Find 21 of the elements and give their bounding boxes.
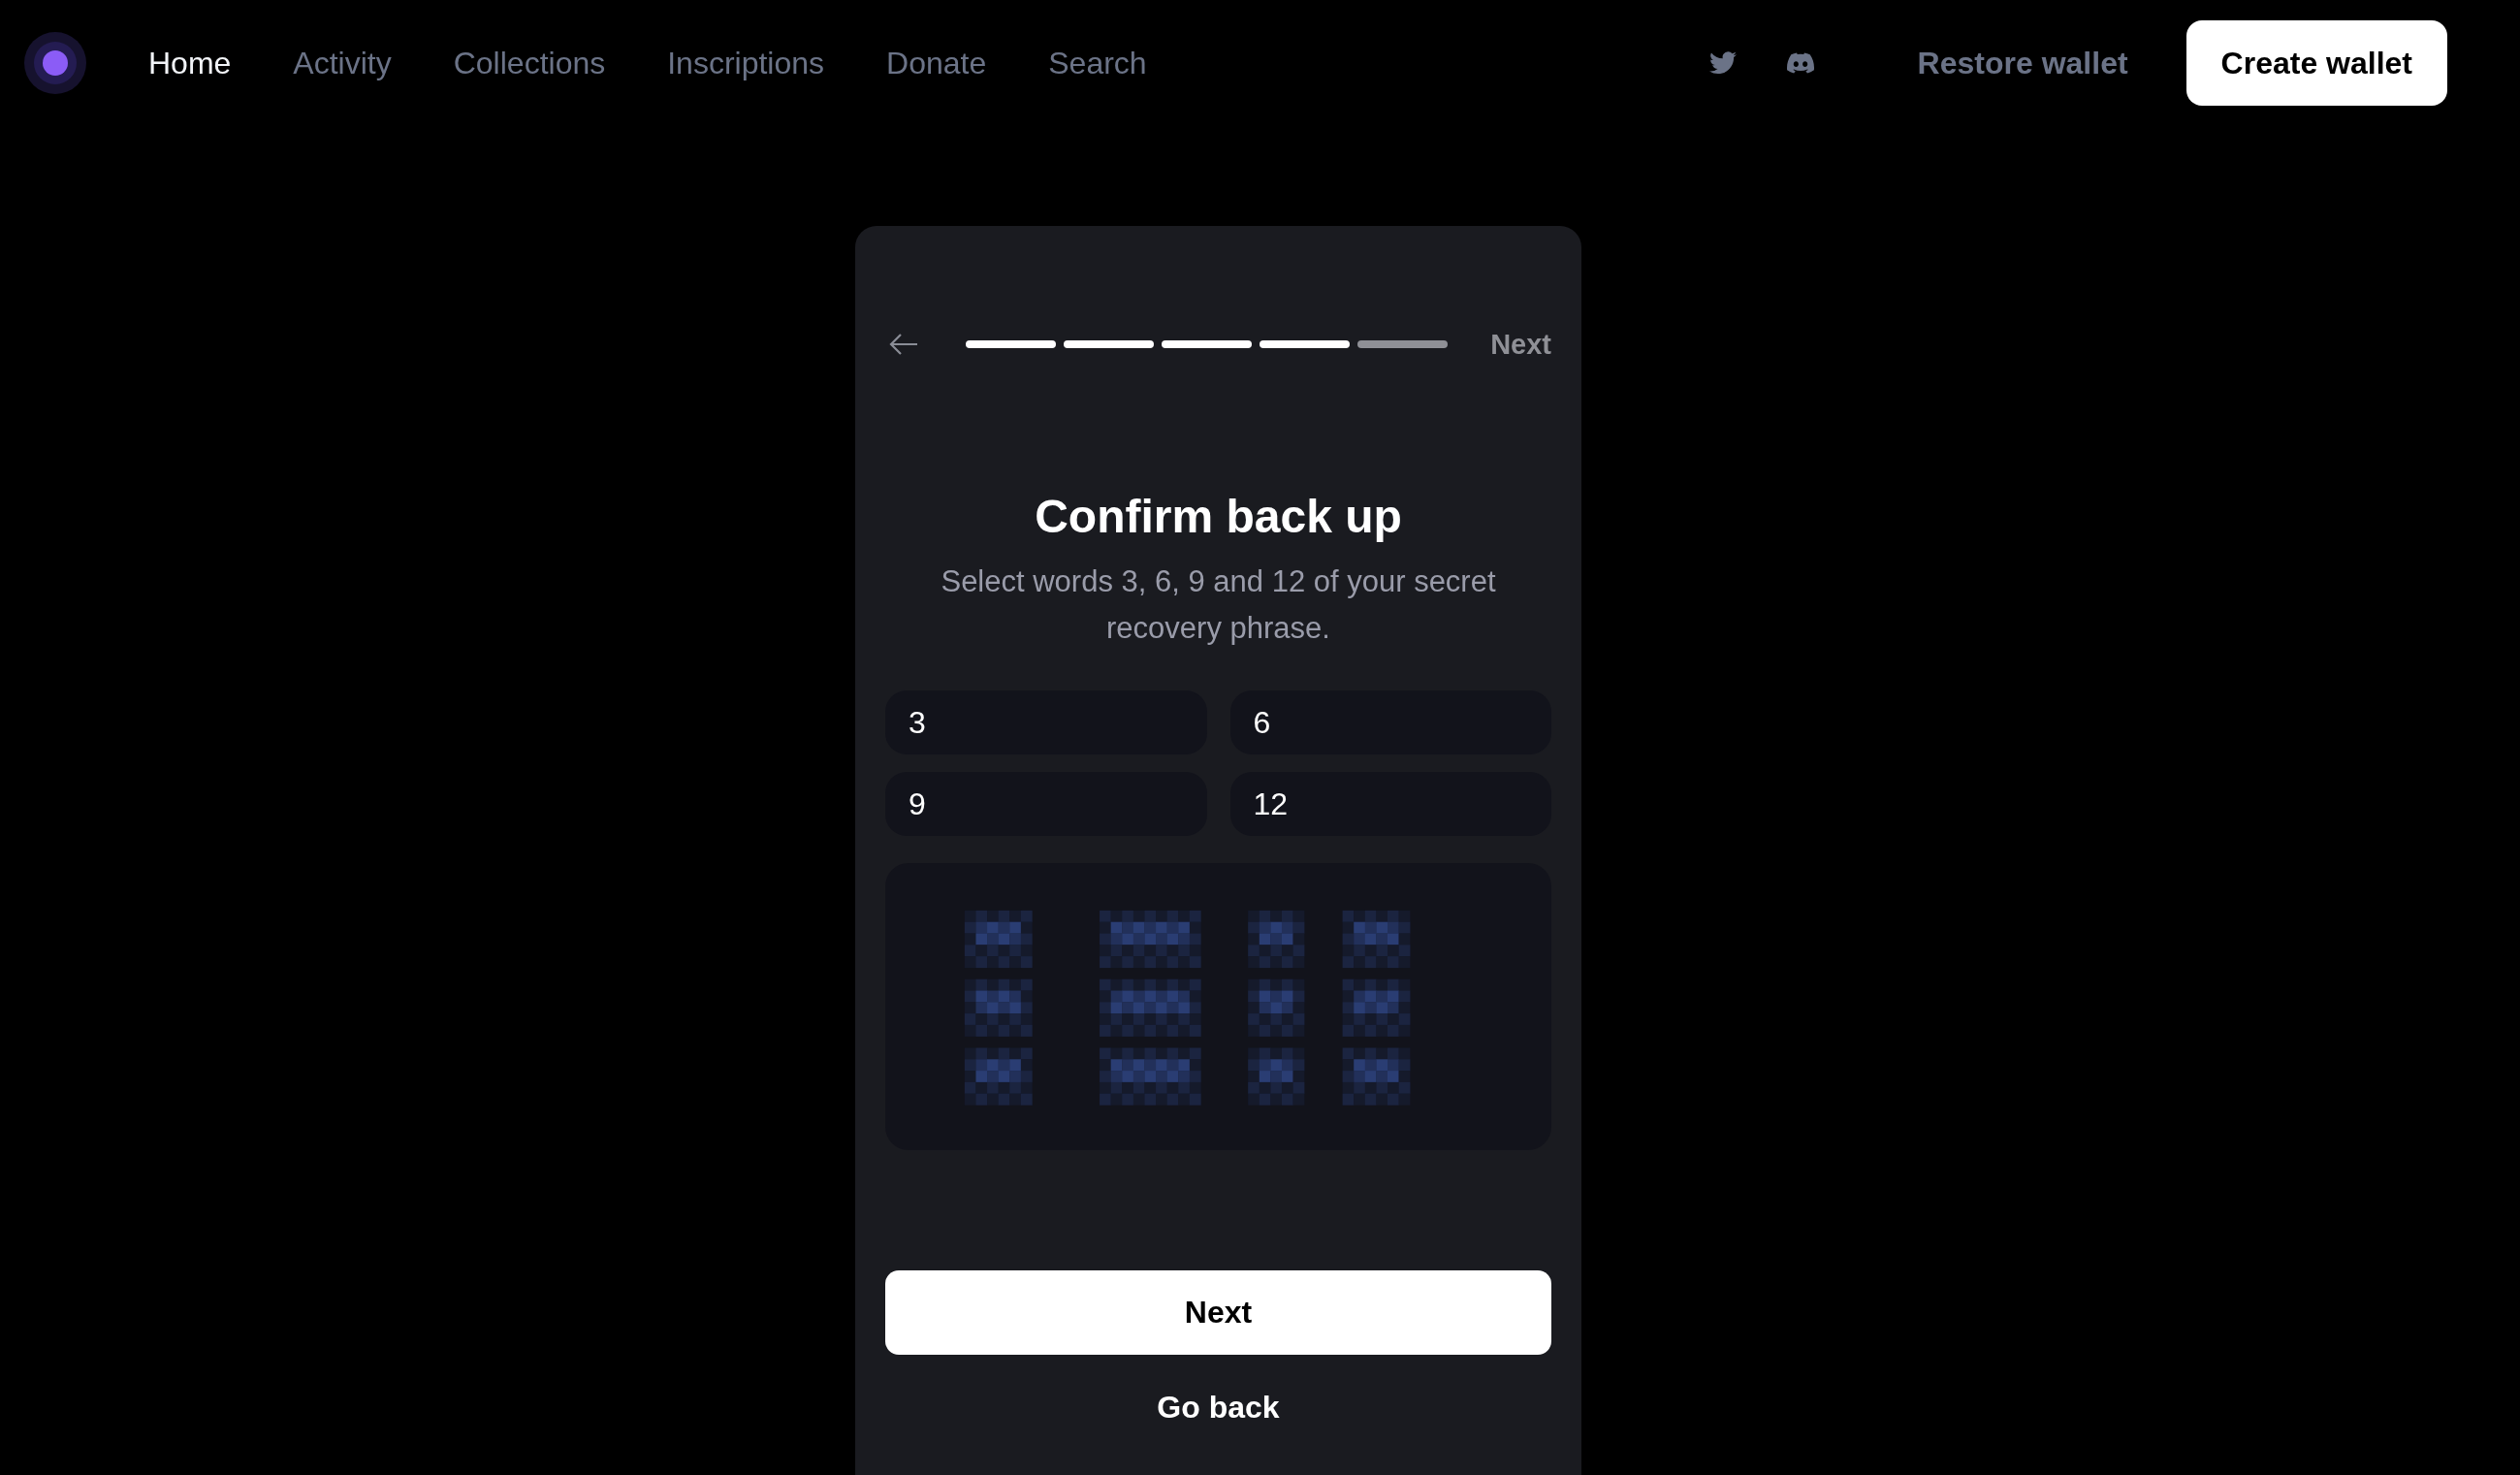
- create-wallet-button[interactable]: Create wallet: [2185, 20, 2447, 106]
- nav-link[interactable]: Donate: [886, 45, 987, 81]
- back-arrow-icon[interactable]: [888, 333, 919, 356]
- go-back-button[interactable]: Go back: [1147, 1384, 1290, 1431]
- twitter-bird-icon[interactable]: [1708, 51, 1737, 75]
- instructions-text: Select words 3, 6, 9 and 12 of your secret recovery phrase.: [940, 563, 1497, 647]
- word-slot[interactable]: 6: [1229, 690, 1551, 754]
- next-link[interactable]: Next: [1490, 328, 1551, 361]
- logo-icon[interactable]: [24, 32, 86, 94]
- word-slot[interactable]: 3: [885, 690, 1207, 754]
- word-slot[interactable]: 9: [885, 772, 1207, 836]
- nav-link[interactable]: Search: [1048, 45, 1147, 81]
- word-slot[interactable]: 12: [1229, 772, 1551, 836]
- nav-link[interactable]: Collections: [453, 45, 606, 81]
- nav-link[interactable]: Inscriptions: [667, 45, 825, 81]
- restore-wallet-button[interactable]: Restore wallet: [1917, 35, 2128, 91]
- nav-link[interactable]: Home: [148, 45, 232, 81]
- title: Confirm back up: [1034, 490, 1403, 543]
- discord-icon[interactable]: [1786, 51, 1814, 75]
- nav-link[interactable]: Activity: [293, 45, 392, 81]
- next-button[interactable]: Next: [885, 1270, 1551, 1355]
